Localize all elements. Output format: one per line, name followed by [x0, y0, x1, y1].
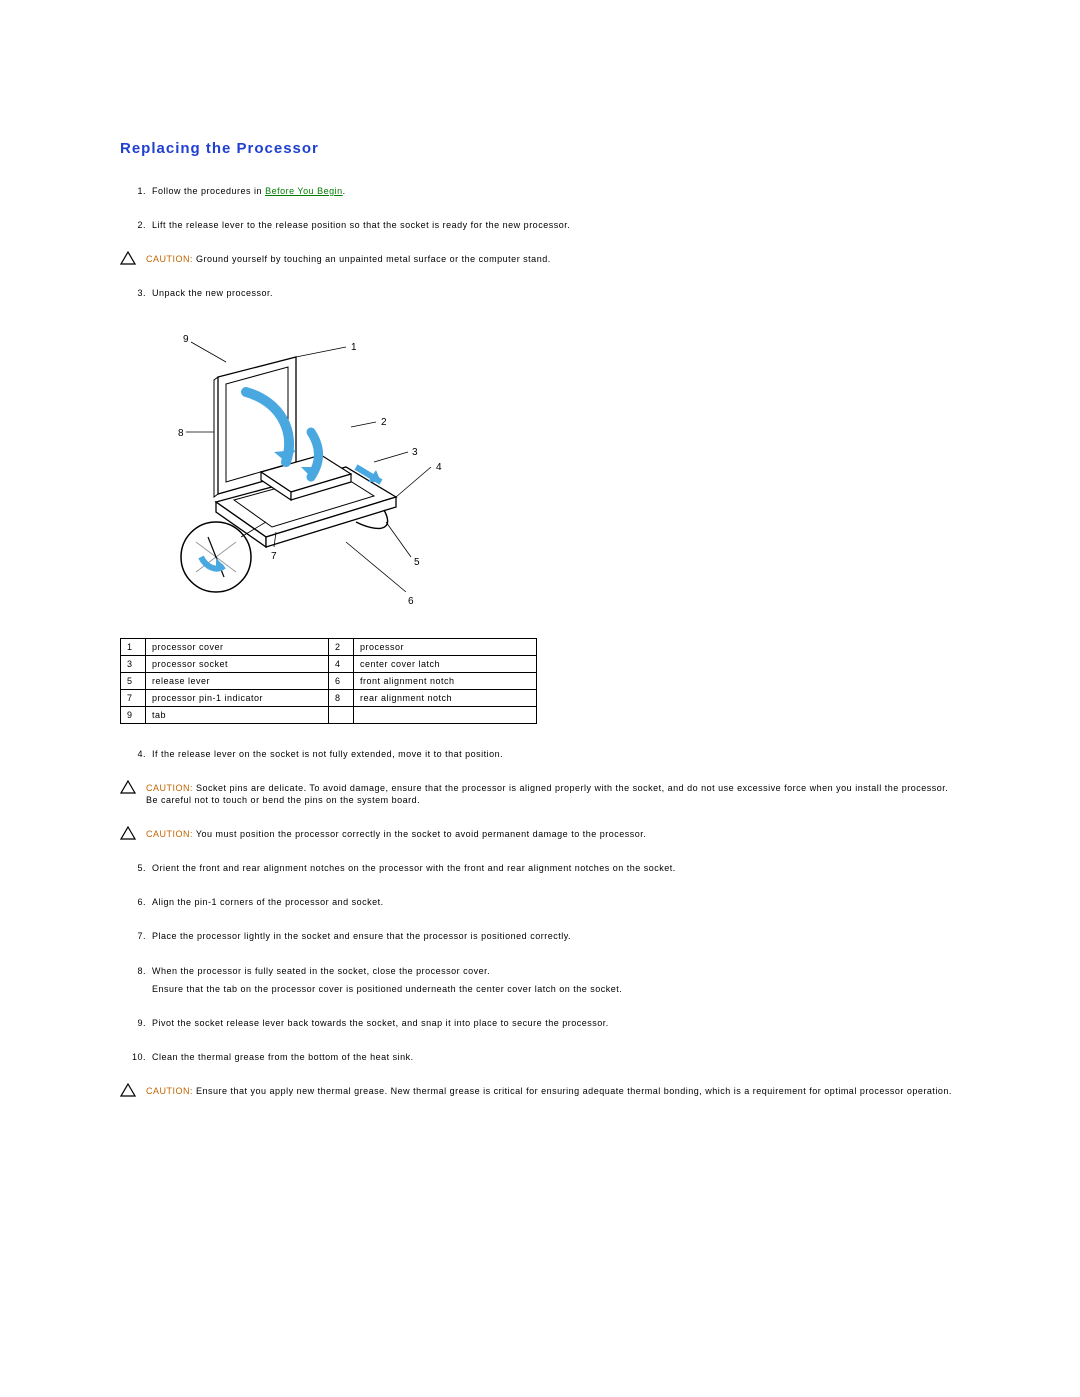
callout-9: 9 [183, 334, 189, 345]
step-number: 10. [124, 1051, 146, 1063]
step-text: Unpack the new processor. [152, 288, 273, 298]
step-3: 3. Unpack the new processor. [140, 287, 960, 299]
step-list: 5. Orient the front and rear alignment n… [120, 862, 960, 1063]
caution-body: You must position the processor correctl… [196, 829, 646, 839]
table-row: 9 tab [121, 706, 537, 723]
step-8: 8. When the processor is fully seated in… [140, 965, 960, 995]
callout-6: 6 [408, 596, 414, 607]
callout-8: 8 [178, 428, 184, 439]
caution-icon [120, 1083, 140, 1097]
caution-text: CAUTION: You must position the processor… [146, 828, 646, 840]
step-text: Place the processor lightly in the socke… [152, 931, 571, 941]
step-number: 1. [124, 185, 146, 197]
step-7: 7. Place the processor lightly in the so… [140, 930, 960, 942]
step-number: 3. [124, 287, 146, 299]
processor-diagram: 1 2 3 4 5 6 7 8 9 [146, 322, 960, 612]
before-you-begin-link[interactable]: Before You Begin [265, 186, 343, 196]
step-list: 1. Follow the procedures in Before You B… [120, 185, 960, 231]
part-label: processor [354, 638, 537, 655]
step-text: Clean the thermal grease from the bottom… [152, 1052, 414, 1062]
caution-label: CAUTION: [146, 829, 196, 839]
part-label: processor cover [146, 638, 329, 655]
step-number: 2. [124, 219, 146, 231]
callout-4: 4 [436, 462, 442, 473]
caution-icon [120, 826, 140, 840]
step-text: Follow the procedures in [152, 186, 265, 196]
step-number: 7. [124, 930, 146, 942]
step-number: 8. [124, 965, 146, 977]
part-num: 5 [121, 672, 146, 689]
callout-5: 5 [414, 557, 420, 568]
caution-socket-pins: CAUTION: Socket pins are delicate. To av… [120, 782, 960, 806]
part-label [354, 706, 537, 723]
part-label: release lever [146, 672, 329, 689]
part-num: 1 [121, 638, 146, 655]
part-num: 4 [329, 655, 354, 672]
step-text: When the processor is fully seated in th… [152, 966, 490, 976]
part-num: 3 [121, 655, 146, 672]
parts-table: 1 processor cover 2 processor 3 processo… [120, 638, 537, 724]
caution-label: CAUTION: [146, 1086, 196, 1096]
part-label: center cover latch [354, 655, 537, 672]
step-list: 3. Unpack the new processor. [120, 287, 960, 299]
caution-body: Socket pins are delicate. To avoid damag… [146, 783, 948, 805]
part-label: front alignment notch [354, 672, 537, 689]
caution-text: CAUTION: Ensure that you apply new therm… [146, 1085, 952, 1097]
table-row: 3 processor socket 4 center cover latch [121, 655, 537, 672]
caution-text: CAUTION: Socket pins are delicate. To av… [146, 782, 960, 806]
part-num [329, 706, 354, 723]
table-row: 7 processor pin-1 indicator 8 rear align… [121, 689, 537, 706]
step-1: 1. Follow the procedures in Before You B… [140, 185, 960, 197]
step-10: 10. Clean the thermal grease from the bo… [140, 1051, 960, 1063]
part-label: tab [146, 706, 329, 723]
step-text: Align the pin-1 corners of the processor… [152, 897, 384, 907]
part-num: 9 [121, 706, 146, 723]
part-num: 6 [329, 672, 354, 689]
step-9: 9. Pivot the socket release lever back t… [140, 1017, 960, 1029]
caution-icon [120, 251, 140, 265]
caution-icon [120, 780, 140, 794]
caution-label: CAUTION: [146, 783, 196, 793]
table-row: 1 processor cover 2 processor [121, 638, 537, 655]
part-num: 8 [329, 689, 354, 706]
part-label: rear alignment notch [354, 689, 537, 706]
step-text: If the release lever on the socket is no… [152, 749, 503, 759]
callout-1: 1 [351, 342, 357, 353]
step-number: 5. [124, 862, 146, 874]
step-number: 9. [124, 1017, 146, 1029]
caution-text: CAUTION: Ground yourself by touching an … [146, 253, 551, 265]
callout-2: 2 [381, 417, 387, 428]
caution-body: Ensure that you apply new thermal grease… [196, 1086, 952, 1096]
part-label: processor socket [146, 655, 329, 672]
step-5: 5. Orient the front and rear alignment n… [140, 862, 960, 874]
step-list: 4. If the release lever on the socket is… [120, 748, 960, 760]
callout-3: 3 [412, 447, 418, 458]
part-label: processor pin-1 indicator [146, 689, 329, 706]
step-number: 6. [124, 896, 146, 908]
caution-thermal-grease: CAUTION: Ensure that you apply new therm… [120, 1085, 960, 1097]
table-row: 5 release lever 6 front alignment notch [121, 672, 537, 689]
caution-body: Ground yourself by touching an unpainted… [196, 254, 551, 264]
part-num: 7 [121, 689, 146, 706]
step-number: 4. [124, 748, 146, 760]
step-subtext: Ensure that the tab on the processor cov… [152, 983, 960, 995]
document-page: Replacing the Processor 1. Follow the pr… [0, 0, 1080, 1219]
step-4: 4. If the release lever on the socket is… [140, 748, 960, 760]
step-text: Orient the front and rear alignment notc… [152, 863, 676, 873]
callout-7: 7 [271, 551, 277, 562]
part-num: 2 [329, 638, 354, 655]
caution-position: CAUTION: You must position the processor… [120, 828, 960, 840]
step-6: 6. Align the pin-1 corners of the proces… [140, 896, 960, 908]
step-2: 2. Lift the release lever to the release… [140, 219, 960, 231]
step-text: Pivot the socket release lever back towa… [152, 1018, 609, 1028]
caution-label: CAUTION: [146, 254, 196, 264]
caution-ground: CAUTION: Ground yourself by touching an … [120, 253, 960, 265]
section-heading: Replacing the Processor [120, 140, 960, 157]
step-text: Lift the release lever to the release po… [152, 220, 570, 230]
step-text-tail: . [343, 186, 346, 196]
